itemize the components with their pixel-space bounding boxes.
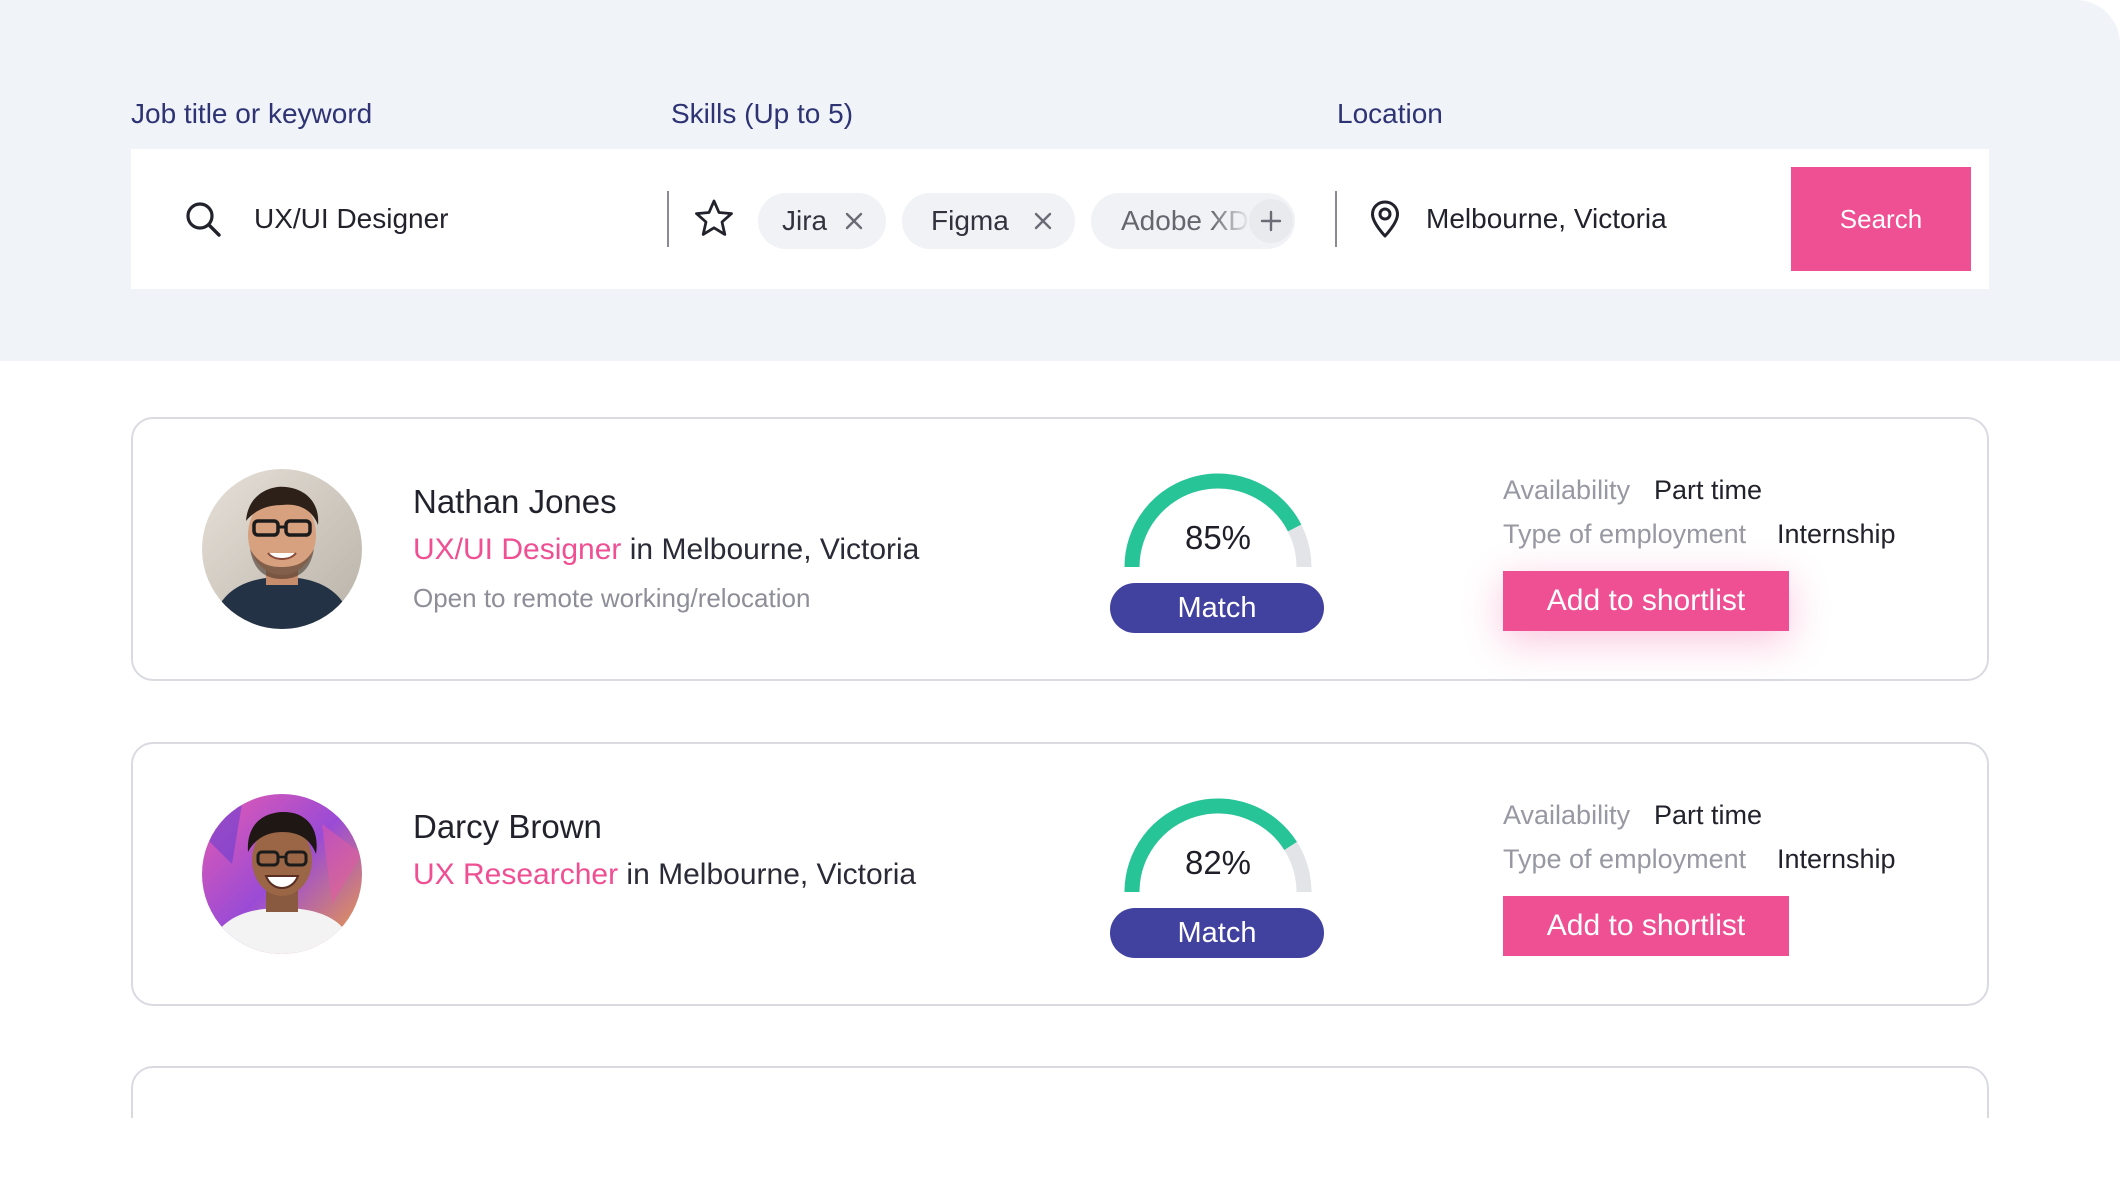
avatar [202, 469, 362, 629]
skill-chip-adobe-xd[interactable]: Adobe XD [1091, 193, 1295, 249]
keyword-input[interactable] [254, 193, 654, 245]
candidate-note: Open to remote working/relocation [413, 583, 811, 613]
page-fade [0, 1118, 2120, 1204]
candidate-headline: UX/UI Designer in Melbourne, Victoria [413, 533, 919, 567]
employment-label: Type of employment [1503, 844, 1747, 874]
match-percent: 85% [1184, 519, 1252, 556]
candidate-location: Melbourne, Victoria [661, 533, 920, 566]
candidate-name[interactable]: Nathan Jones [413, 483, 617, 521]
search-button[interactable]: Search [1791, 167, 1971, 271]
location-input[interactable] [1426, 193, 1806, 245]
in-text: in [629, 533, 654, 566]
candidate-role[interactable]: UX/UI Designer [413, 533, 621, 566]
candidate-card: Nathan Jones UX/UI Designer in Melbourne… [131, 417, 1989, 681]
availability-label: Availability [1503, 475, 1631, 505]
location-label: Location [1337, 98, 1443, 129]
candidate-headline: UX Researcher in Melbourne, Victoria [413, 858, 916, 892]
employment-label: Type of employment [1503, 519, 1747, 549]
candidate-card: Darcy Brown UX Researcher in Melbourne, … [131, 742, 1989, 1006]
skill-chip-jira[interactable]: Jira [758, 193, 886, 249]
search-icon [186, 202, 221, 237]
candidate-location: Melbourne, Victoria [658, 858, 917, 891]
location-pin-icon [1371, 200, 1399, 238]
divider [1335, 191, 1337, 247]
employment-value: Internship [1777, 519, 1896, 549]
availability-label: Availability [1503, 800, 1631, 830]
employment-value: Internship [1777, 844, 1896, 874]
divider [667, 191, 669, 247]
match-badge: Match [1110, 583, 1324, 633]
plus-icon [1260, 210, 1282, 232]
avatar [202, 794, 362, 954]
in-text: in [626, 858, 650, 891]
close-icon[interactable] [844, 211, 864, 231]
skill-chip-label: Figma [931, 205, 1009, 236]
close-icon[interactable] [1033, 211, 1053, 231]
skills-label: Skills (Up to 5) [671, 98, 854, 129]
candidate-name[interactable]: Darcy Brown [413, 808, 602, 846]
availability-value: Part time [1654, 475, 1763, 505]
star-icon [695, 199, 733, 236]
add-to-shortlist-button[interactable]: Add to shortlist [1503, 571, 1789, 631]
skill-chip-label: Jira [782, 205, 828, 236]
add-to-shortlist-button[interactable]: Add to shortlist [1503, 896, 1789, 956]
candidate-role[interactable]: UX Researcher [413, 858, 618, 891]
skill-chip-figma[interactable]: Figma [902, 193, 1075, 249]
add-skill-button[interactable] [1249, 199, 1293, 243]
keyword-label: Job title or keyword [131, 98, 373, 129]
match-percent: 82% [1184, 844, 1252, 881]
availability-value: Part time [1654, 800, 1763, 830]
search-panel: Job title or keyword Skills (Up to 5) Lo… [0, 0, 2120, 361]
match-badge: Match [1110, 908, 1324, 958]
search-bar: Jira Figma Adobe XD [131, 149, 1989, 289]
chip-fade [1211, 193, 1251, 249]
